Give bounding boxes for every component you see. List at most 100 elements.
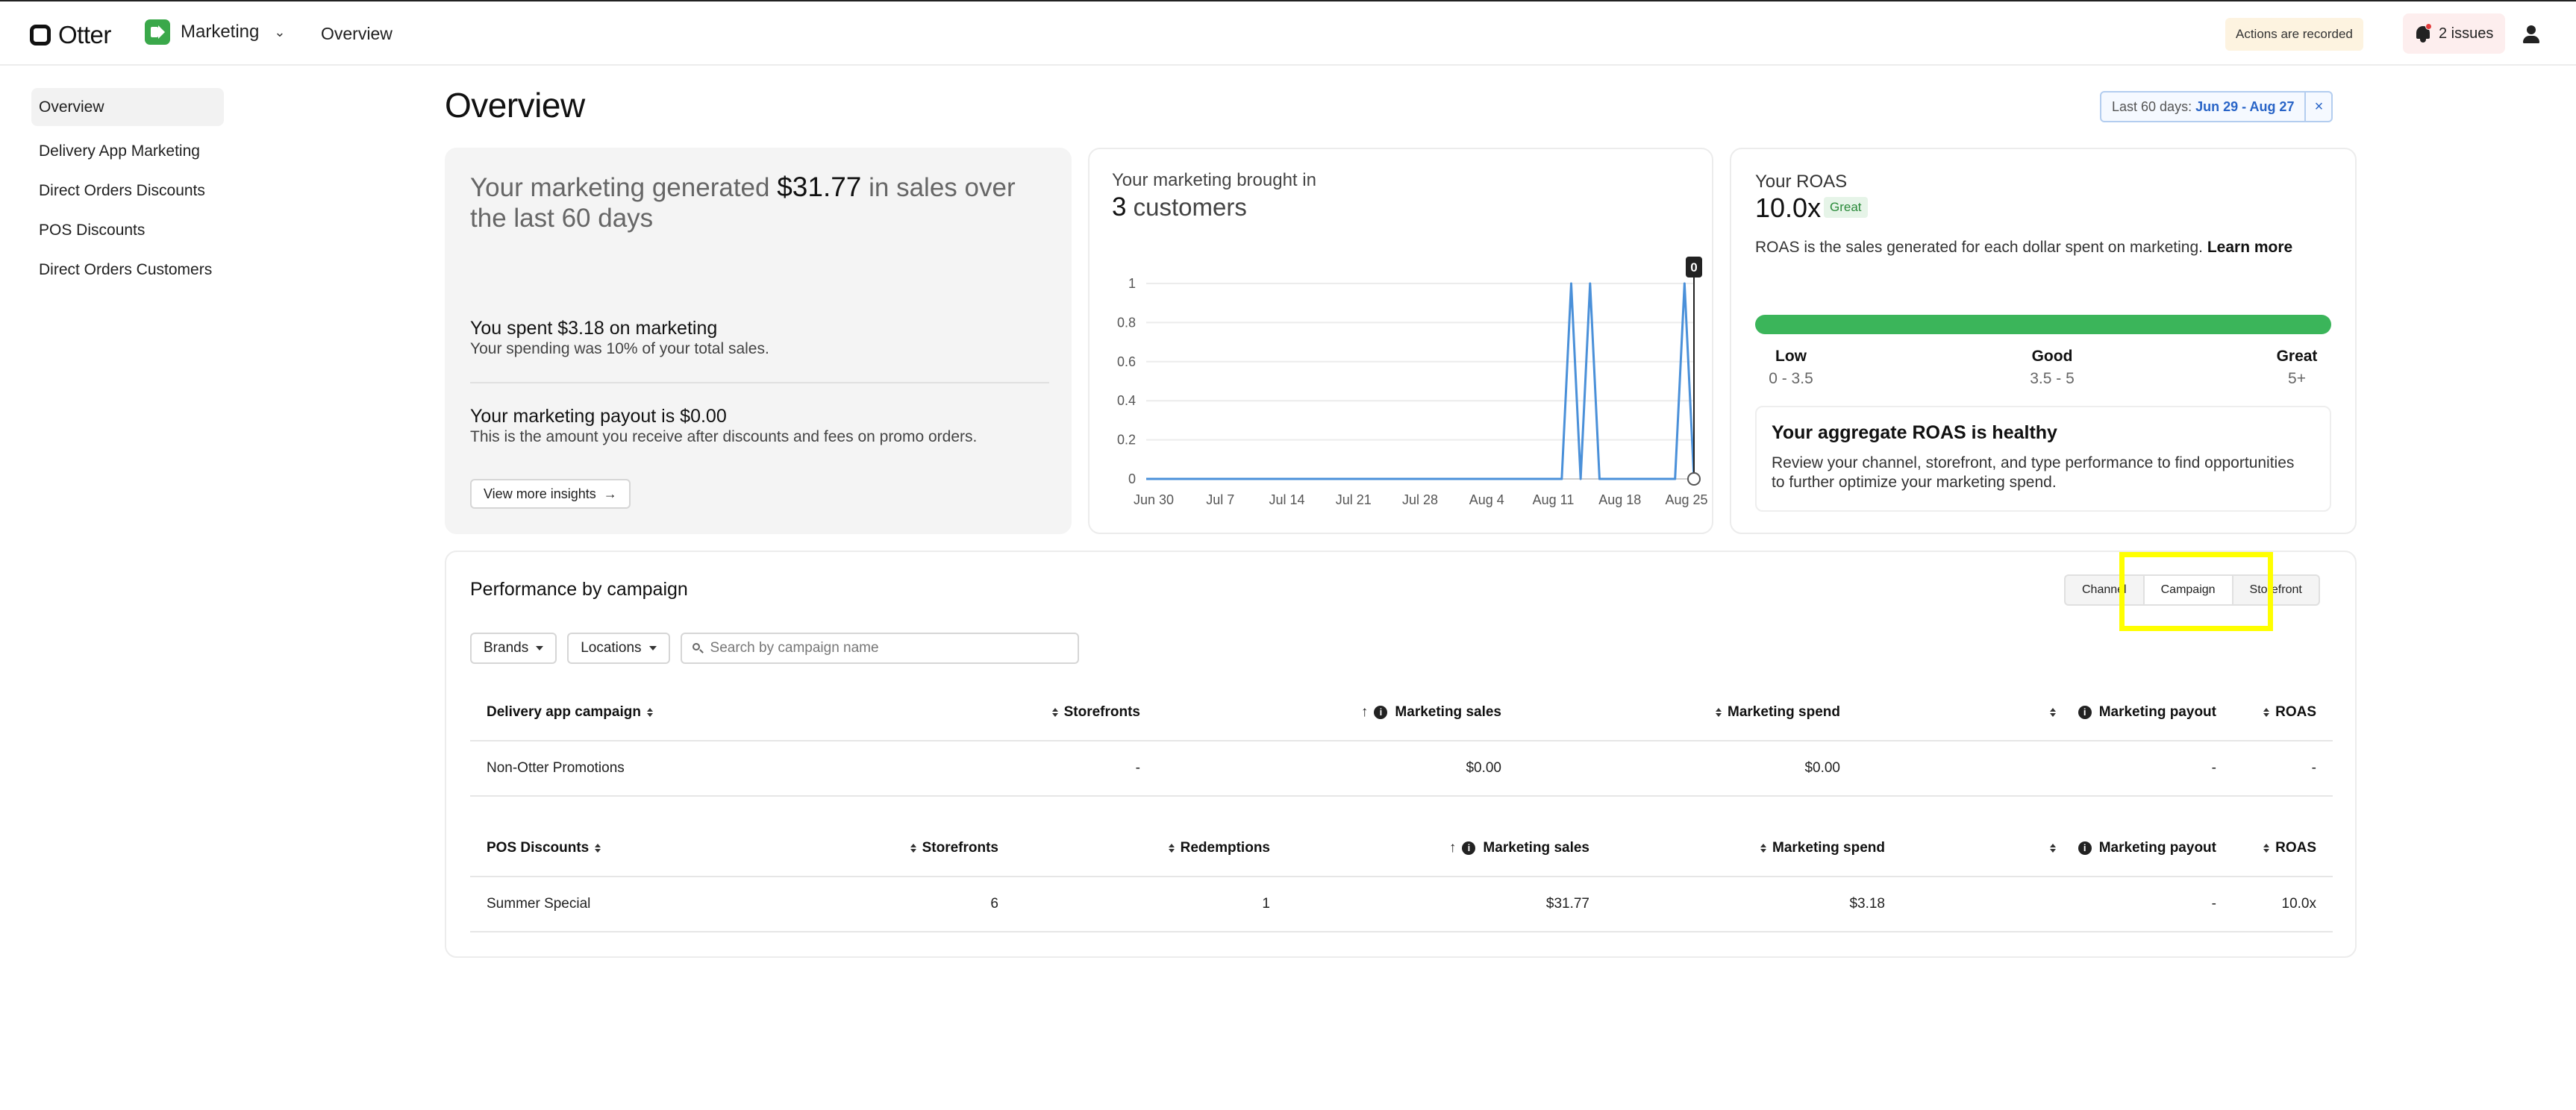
column-header-roas[interactable]: ROAS bbox=[2257, 685, 2316, 740]
locations-dropdown[interactable]: Locations bbox=[567, 633, 670, 664]
sidebar-item-direct-orders-discounts[interactable]: Direct Orders Discounts bbox=[31, 172, 224, 210]
tab-channel[interactable]: Channel bbox=[2066, 576, 2143, 604]
app-name: Marketing bbox=[181, 22, 260, 42]
performance-card: Performance by campaign Channel Campaign… bbox=[445, 551, 2357, 958]
roas-value-cell: 10.0x bbox=[2281, 896, 2316, 912]
column-header-delivery-campaign[interactable]: Delivery app campaign bbox=[487, 685, 659, 740]
table-header: POS Discounts Storefronts Redemptions ↑ i… bbox=[470, 821, 2333, 877]
y-tick-label: 0 bbox=[1128, 471, 1136, 486]
date-range-label: Last 60 days: Jun 29 - Aug 27 bbox=[2112, 98, 2295, 114]
brands-dropdown[interactable]: Brands bbox=[470, 633, 557, 664]
column-header-marketing-spend[interactable]: Marketing spend bbox=[1710, 685, 1840, 740]
delivery-campaign-table: Delivery app campaign Storefronts ↑ i Mark… bbox=[470, 685, 2333, 797]
customers-line-chart: 0 0.2 0.4 0.6 0.8 1 Jun 30 Jul 7 Jul 14 Jul 21 Jul… bbox=[1117, 257, 1708, 507]
pos-discounts-table: POS Discounts Storefronts Redemptions ↑ i… bbox=[470, 821, 2333, 932]
table-header: Delivery app campaign Storefronts ↑ i Mark… bbox=[470, 685, 2333, 741]
series-line bbox=[1146, 282, 1695, 480]
column-header-marketing-sales[interactable]: ↑ i Marketing sales bbox=[1443, 821, 1589, 876]
payout-title: Your marketing payout is $0.00 bbox=[470, 406, 727, 427]
sort-icon bbox=[1051, 708, 1058, 717]
marketing-summary-card: Your marketing generated $31.77 in sales… bbox=[445, 148, 1072, 534]
roas-card: Your ROAS 10.0x Great ROAS is the sales … bbox=[1730, 148, 2357, 534]
search-icon bbox=[692, 643, 704, 653]
issues-button[interactable]: 2 issues bbox=[2403, 13, 2506, 54]
table-row[interactable]: Non-Otter Promotions - $0.00 $0.00 - - bbox=[470, 741, 2333, 797]
otter-logo-icon bbox=[30, 25, 51, 46]
column-header-redemptions[interactable]: Redemptions bbox=[1163, 821, 1270, 876]
view-more-insights-button[interactable]: View more insights → bbox=[470, 479, 631, 509]
sort-icon bbox=[2049, 708, 2056, 717]
column-header-marketing-spend[interactable]: Marketing spend bbox=[1754, 821, 1885, 876]
close-icon[interactable]: × bbox=[2304, 92, 2331, 121]
info-icon: i bbox=[1374, 706, 1388, 719]
divider bbox=[470, 382, 1049, 383]
nav-overview[interactable]: Overview bbox=[321, 24, 393, 44]
column-header-storefronts[interactable]: Storefronts bbox=[904, 821, 998, 876]
roas-scale-bar bbox=[1755, 315, 2331, 334]
x-tick-label: Aug 18 bbox=[1598, 492, 1641, 507]
payout-subtitle: This is the amount you receive after dis… bbox=[470, 428, 978, 445]
marketing-payout-value: - bbox=[2211, 760, 2216, 776]
bell-icon bbox=[2415, 23, 2432, 43]
roas-tier-low: Low 0 - 3.5 bbox=[1769, 348, 1813, 387]
sort-icon bbox=[646, 708, 653, 717]
app-switcher[interactable]: Marketing ⌄ bbox=[145, 19, 285, 45]
insights-button-label: View more insights bbox=[484, 486, 596, 501]
campaign-search[interactable] bbox=[680, 633, 1079, 664]
performance-title: Performance by campaign bbox=[470, 579, 688, 600]
search-input[interactable] bbox=[710, 640, 1054, 656]
tooltip-value: 0 bbox=[1690, 260, 1697, 275]
sidebar-item-overview[interactable]: Overview bbox=[31, 88, 224, 126]
spent-subtitle: Your spending was 10% of your total sale… bbox=[470, 340, 769, 357]
spent-title: You spent $3.18 on marketing bbox=[470, 318, 718, 339]
campaign-name: Summer Special bbox=[487, 896, 591, 912]
sort-ascending-icon: ↑ bbox=[1448, 840, 1457, 856]
campaign-name: Non-Otter Promotions bbox=[487, 760, 625, 776]
customers-chart-card: Your marketing brought in 3 customers 00… bbox=[1088, 148, 1713, 534]
info-icon: i bbox=[1462, 841, 1476, 855]
sidebar-item-direct-orders-customers[interactable]: Direct Orders Customers bbox=[31, 251, 224, 289]
column-header-storefronts[interactable]: Storefronts bbox=[1046, 685, 1140, 740]
x-tick-label: Aug 4 bbox=[1469, 492, 1504, 507]
view-segmented-control: Channel Campaign Storefront bbox=[2064, 574, 2320, 606]
marketing-payout-value: - bbox=[2211, 896, 2216, 912]
account-icon[interactable] bbox=[2521, 24, 2542, 45]
marketing-sales-value: $0.00 bbox=[1466, 760, 1501, 776]
column-header-marketing-payout[interactable]: i Marketing payout bbox=[2044, 821, 2216, 876]
roas-label: Your ROAS bbox=[1755, 172, 1848, 192]
learn-more-link[interactable]: Learn more bbox=[2207, 239, 2292, 256]
roas-status-badge: Great bbox=[1824, 197, 1868, 218]
x-tick-label: Aug 25 bbox=[1665, 492, 1707, 507]
date-range-filter[interactable]: Last 60 days: Jun 29 - Aug 27 × bbox=[2100, 91, 2333, 122]
sidebar-item-pos-discounts[interactable]: POS Discounts bbox=[31, 211, 224, 249]
column-header-marketing-sales[interactable]: ↑ i Marketing sales bbox=[1355, 685, 1501, 740]
storefronts-value: 6 bbox=[990, 896, 998, 912]
marketing-app-icon bbox=[145, 19, 170, 45]
x-tick-label: Jul 7 bbox=[1206, 492, 1234, 507]
y-tick-label: 1 bbox=[1128, 276, 1136, 291]
caret-down-icon bbox=[536, 646, 544, 650]
table-row[interactable]: Summer Special 6 1 $31.77 $3.18 - 10.0x bbox=[470, 877, 2333, 932]
sort-icon bbox=[2263, 708, 2270, 717]
column-header-roas[interactable]: ROAS bbox=[2257, 821, 2316, 876]
info-icon: i bbox=[2078, 706, 2092, 719]
sales-amount: $31.77 bbox=[777, 172, 862, 202]
otter-logo[interactable]: Otter bbox=[30, 21, 111, 49]
column-header-marketing-payout[interactable]: i Marketing payout bbox=[2044, 685, 2216, 740]
roas-description: ROAS is the sales generated for each dol… bbox=[1755, 239, 2293, 256]
health-title: Your aggregate ROAS is healthy bbox=[1772, 422, 2057, 443]
tab-campaign[interactable]: Campaign bbox=[2142, 576, 2233, 604]
column-header-pos-discounts[interactable]: POS Discounts bbox=[487, 821, 607, 876]
sort-icon bbox=[1168, 844, 1175, 853]
sidebar-item-delivery-app-marketing[interactable]: Delivery App Marketing bbox=[31, 132, 224, 170]
logo-text: Otter bbox=[58, 21, 111, 48]
x-tick-label: Jun 30 bbox=[1134, 492, 1174, 507]
sort-icon bbox=[595, 844, 601, 853]
roas-value: 10.0x bbox=[1755, 192, 1822, 223]
marketing-spend-value: $3.18 bbox=[1849, 896, 1885, 912]
page-title: Overview bbox=[445, 86, 585, 125]
roas-tier-great: Great 5+ bbox=[2276, 348, 2318, 387]
top-bar: Otter Marketing ⌄ Overview Actions are r… bbox=[0, 0, 2576, 66]
tab-storefront[interactable]: Storefront bbox=[2233, 576, 2319, 604]
roas-health-box: Your aggregate ROAS is healthy Review yo… bbox=[1755, 406, 2331, 512]
